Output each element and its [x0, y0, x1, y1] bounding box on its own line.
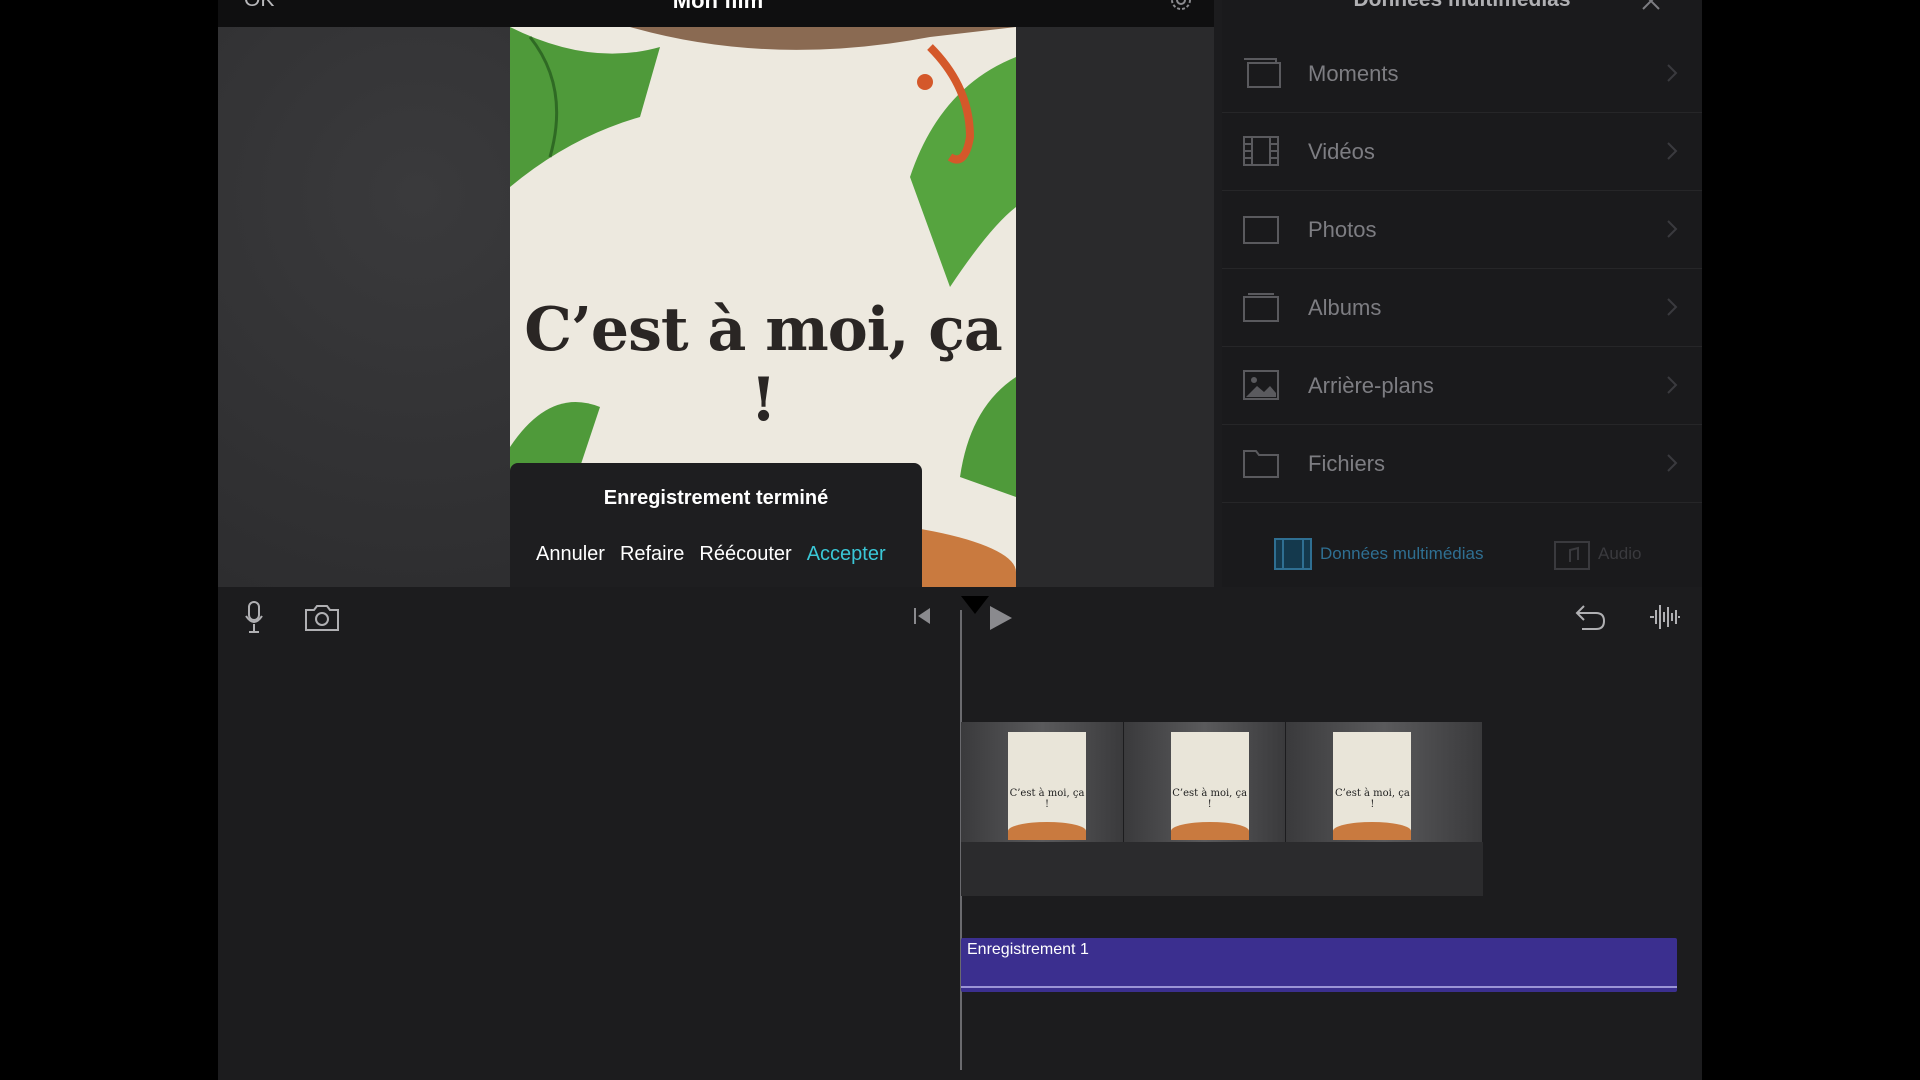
- media-item-files[interactable]: Fichiers: [1222, 425, 1702, 503]
- undo-icon[interactable]: [1574, 602, 1606, 632]
- media-browser-panel: Données multimédias Moments Vidéos: [1222, 0, 1702, 587]
- top-bar: OK Mon film: [218, 0, 1214, 27]
- chevron-right-icon: [1667, 64, 1678, 82]
- tab-audio-label: Audio: [1598, 544, 1642, 563]
- chevron-right-icon: [1667, 142, 1678, 160]
- film-strip-icon: [1274, 538, 1312, 570]
- tab-media-label: Données multimédias: [1320, 544, 1484, 563]
- clip-thumbnail: C’est à moi, ça !: [961, 722, 1123, 842]
- popup-actions: Annuler Refaire Réécouter Accepter: [536, 543, 886, 566]
- skip-to-start-icon[interactable]: [912, 606, 932, 626]
- cancel-button[interactable]: Annuler: [536, 543, 605, 566]
- camera-icon[interactable]: [304, 604, 340, 632]
- play-icon[interactable]: [988, 604, 1014, 632]
- book-title: C’est à moi, ça !: [524, 295, 1002, 435]
- video-viewer[interactable]: C’est à moi, ça ! Enregistrement terminé…: [218, 27, 1214, 587]
- voiceover-audio-clip[interactable]: Enregistrement 1: [961, 938, 1677, 992]
- media-item-backgrounds[interactable]: Arrière-plans: [1222, 347, 1702, 425]
- media-item-videos[interactable]: Vidéos: [1222, 113, 1702, 191]
- gear-icon[interactable]: [1169, 0, 1193, 12]
- music-note-icon: [1554, 541, 1590, 570]
- project-title: Mon film: [672, 0, 764, 13]
- film-icon: [1243, 136, 1279, 166]
- chevron-right-icon: [1667, 376, 1678, 394]
- ok-button[interactable]: OK: [244, 0, 274, 12]
- clip-audio-track: [961, 842, 1483, 896]
- thumbnail-title: C’est à moi, ça !: [1009, 788, 1085, 810]
- clip-thumbnails: C’est à moi, ça ! C’est à moi, ça ! C’es…: [961, 722, 1483, 844]
- tab-audio[interactable]: Audio: [1554, 538, 1641, 570]
- accept-button[interactable]: Accepter: [807, 543, 886, 566]
- replay-button[interactable]: Réécouter: [699, 543, 791, 566]
- panel-title: Données multimédias: [1222, 0, 1702, 12]
- clip-thumbnail: C’est à moi, ça !: [1123, 722, 1286, 842]
- moments-icon: [1244, 58, 1281, 88]
- audio-clip-label: Enregistrement 1: [967, 941, 1089, 958]
- chevron-right-icon: [1667, 298, 1678, 316]
- albums-icon: [1243, 293, 1279, 322]
- video-clip[interactable]: C’est à moi, ça ! C’est à moi, ça ! C’es…: [961, 722, 1483, 842]
- media-item-label: Moments: [1308, 61, 1399, 86]
- media-item-label: Albums: [1308, 295, 1382, 320]
- image-icon: [1243, 370, 1279, 400]
- popup-title: Enregistrement terminé: [603, 487, 829, 509]
- media-item-label: Photos: [1308, 217, 1377, 242]
- folder-icon: [1243, 450, 1279, 478]
- media-item-label: Fichiers: [1308, 451, 1386, 476]
- imovie-app: OK Mon film C’est à moi, ça ! Enregistre…: [218, 0, 1702, 1080]
- media-item-label: Arrière-plans: [1308, 373, 1434, 398]
- media-item-label: Vidéos: [1308, 139, 1375, 164]
- tab-media[interactable]: Données multimédias: [1274, 538, 1483, 570]
- media-item-albums[interactable]: Albums: [1222, 269, 1702, 347]
- recording-finished-popup: Enregistrement terminé Annuler Refaire R…: [510, 463, 922, 587]
- media-item-moments[interactable]: Moments: [1222, 35, 1702, 113]
- media-tab-bar: Données multimédias Audio: [1222, 528, 1702, 578]
- redo-button[interactable]: Refaire: [620, 543, 684, 566]
- media-category-list: Moments Vidéos Photos Albums Arrière-pla…: [1222, 35, 1702, 503]
- audio-waveform-icon[interactable]: [1648, 602, 1682, 632]
- clip-thumbnail: C’est à moi, ça !: [1286, 722, 1482, 842]
- close-icon[interactable]: [1640, 0, 1662, 12]
- photo-frame-icon: [1243, 216, 1279, 244]
- microphone-icon[interactable]: [244, 600, 264, 634]
- playhead-marker[interactable]: [961, 596, 989, 614]
- thumbnail-title: C’est à moi, ça !: [1334, 788, 1410, 810]
- chevron-right-icon: [1667, 454, 1678, 472]
- audio-waveform: [961, 986, 1677, 988]
- media-item-photos[interactable]: Photos: [1222, 191, 1702, 269]
- thumbnail-title: C’est à moi, ça !: [1172, 788, 1248, 810]
- chevron-right-icon: [1667, 220, 1678, 238]
